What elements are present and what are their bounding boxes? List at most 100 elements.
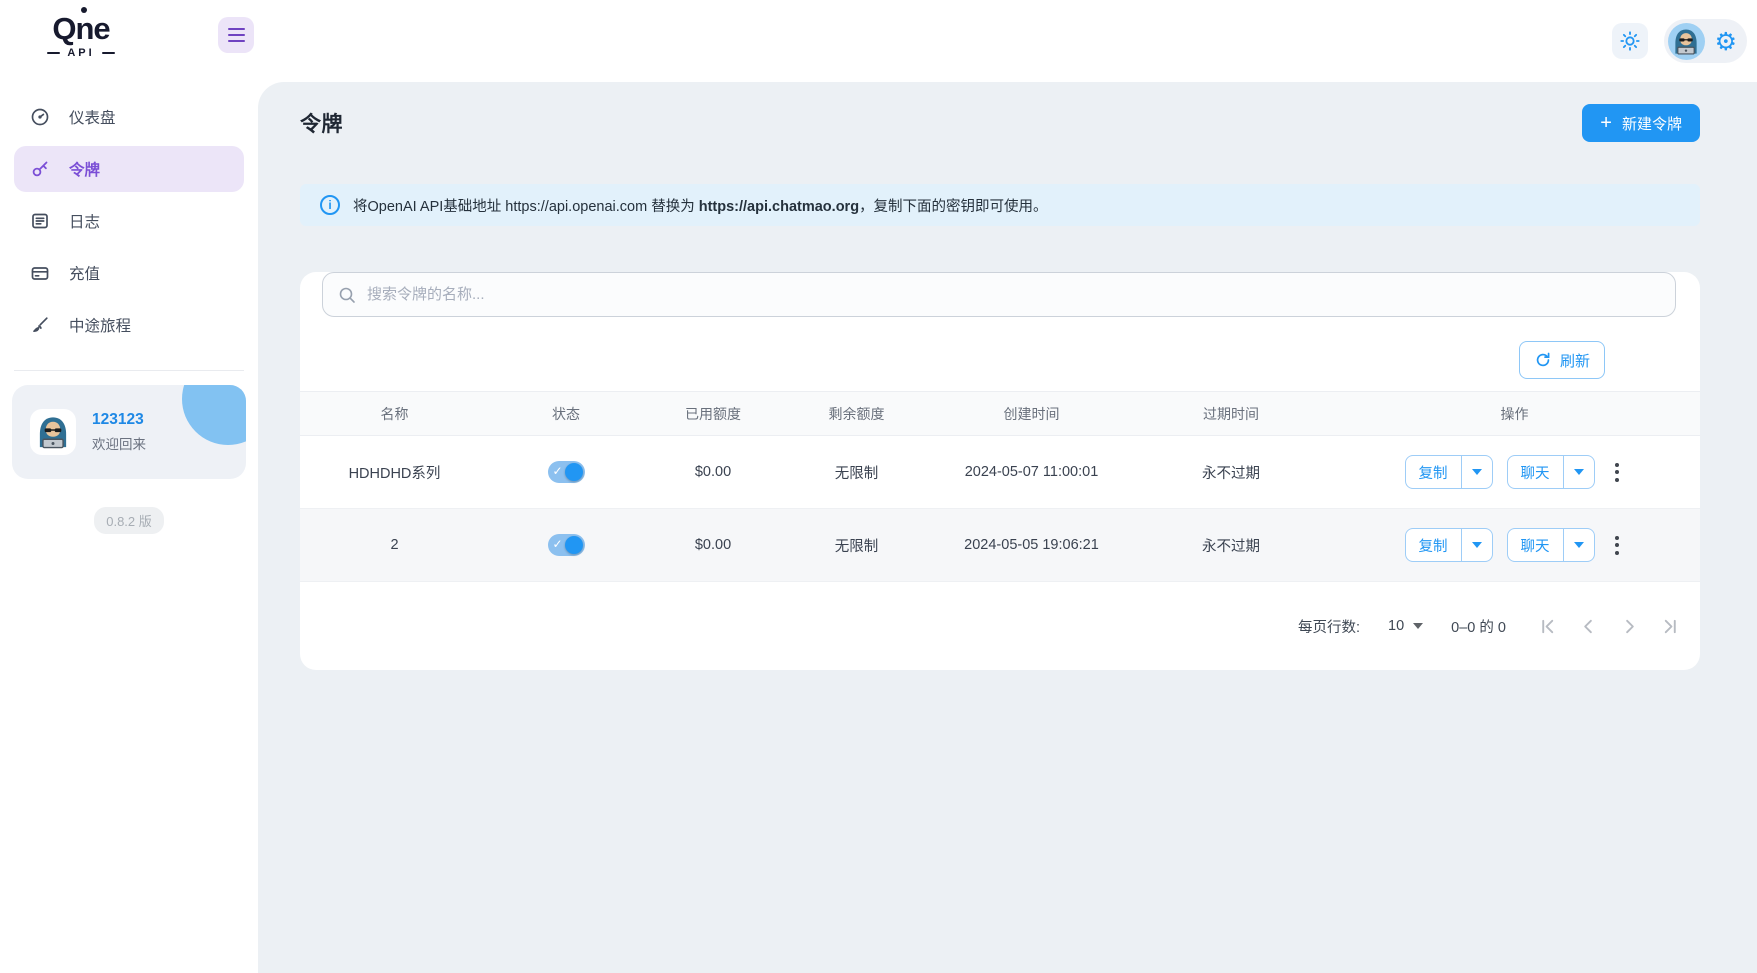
sidebar-item-topup[interactable]: 充值: [14, 250, 244, 296]
sidebar-divider: [14, 370, 244, 371]
first-page-button[interactable]: [1538, 617, 1557, 636]
avatar[interactable]: [1667, 22, 1705, 60]
sidebar: 仪表盘 令牌 日志 充值 中途旅程 123123 欢迎回来 0.8.2 版: [0, 82, 258, 973]
chat-button[interactable]: 聊天: [1508, 529, 1563, 561]
settings-gear-icon[interactable]: ⚙: [1715, 29, 1737, 54]
user-greeting: 欢迎回来: [92, 437, 146, 452]
used-quota: $0.00: [694, 537, 732, 553]
remaining-quota: 无限制: [834, 538, 879, 555]
chevron-left-icon: [1584, 619, 1592, 633]
sidebar-item-logs[interactable]: 日志: [14, 198, 244, 244]
chevron-down-icon: [1471, 542, 1482, 548]
header-expire-time: 过期时间: [1203, 405, 1259, 422]
copy-button[interactable]: 复制: [1406, 456, 1461, 488]
status-toggle[interactable]: ✓: [547, 534, 585, 556]
copy-dropdown-button[interactable]: [1460, 456, 1492, 488]
log-list-icon: [32, 213, 48, 229]
logo-dash-right: [101, 51, 115, 55]
created-time: 2024-05-05 19:06:21: [964, 537, 1099, 553]
user-card[interactable]: 123123 欢迎回来: [12, 385, 246, 479]
pagination-range: 0–0 的 0: [1451, 619, 1506, 636]
created-time: 2024-05-07 11:00:01: [964, 464, 1099, 480]
refresh-label: 刷新: [1559, 352, 1590, 370]
logo-wordmark: Qne: [52, 11, 110, 46]
check-icon: ✓: [552, 537, 563, 551]
rows-per-page-select[interactable]: 10: [1388, 618, 1424, 634]
app-logo: Qne API: [26, 11, 136, 60]
token-name: 2: [390, 537, 399, 553]
topbar-actions: ⚙: [1611, 0, 1747, 82]
rows-per-page-value: 10: [1388, 618, 1405, 634]
pagination: 每页行数: 10 0–0 的 0: [300, 582, 1700, 670]
username: 123123: [92, 411, 144, 428]
sidebar-item-label: 中途旅程: [69, 318, 132, 335]
sidebar-item-label: 仪表盘: [69, 110, 116, 127]
last-page-button[interactable]: [1661, 617, 1680, 636]
chat-button[interactable]: 聊天: [1508, 456, 1563, 488]
refresh-button[interactable]: 刷新: [1518, 341, 1605, 379]
header-used-quota: 已用额度: [685, 405, 741, 422]
tokens-card: 刷新 名称 状态 已用额度 剩余额度 创建时间 过期时间 操作 HDHDHD系列…: [300, 272, 1700, 670]
decorative-bubble: [182, 385, 246, 445]
new-token-label: 新建令牌: [1621, 115, 1682, 133]
sun-icon: [1619, 31, 1640, 51]
notice-highlight: https://api.chatmao.org: [698, 198, 860, 215]
sidebar-item-dashboard[interactable]: 仪表盘: [14, 94, 244, 140]
api-base-notice: i 将OpenAI API基础地址 https://api.openai.com…: [300, 184, 1700, 226]
version-badge: 0.8.2 版: [94, 507, 164, 534]
used-quota: $0.00: [694, 464, 732, 480]
more-actions-button[interactable]: [1609, 530, 1625, 561]
chat-dropdown-button[interactable]: [1562, 456, 1594, 488]
plus-icon: +: [1600, 112, 1612, 134]
user-menu[interactable]: ⚙: [1663, 19, 1747, 63]
avatar: [30, 409, 76, 455]
header-name: 名称: [380, 405, 409, 422]
table-row: HDHDHD系列 ✓ $0.00 无限制 2024-05-07 11:00:01…: [300, 436, 1700, 509]
info-icon: i: [320, 195, 340, 215]
expire-time: 永不过期: [1202, 465, 1260, 482]
more-actions-button[interactable]: [1609, 457, 1625, 488]
last-page-icon: [1664, 619, 1676, 633]
sidebar-item-label: 充值: [69, 266, 101, 283]
chat-dropdown-button[interactable]: [1562, 529, 1594, 561]
header-status: 状态: [552, 405, 580, 422]
status-toggle[interactable]: ✓: [547, 461, 585, 483]
notice-prefix: 将OpenAI API基础地址 https://api.openai.com 替…: [353, 198, 699, 215]
sidebar-toggle-button[interactable]: [218, 17, 254, 53]
remaining-quota: 无限制: [834, 465, 879, 482]
prev-page-button[interactable]: [1579, 617, 1598, 636]
credit-card-icon: [31, 267, 49, 280]
refresh-icon: [1536, 352, 1550, 367]
logo-dash-left: [47, 51, 61, 55]
token-name: HDHDHD系列: [348, 465, 441, 482]
first-page-icon: [1542, 619, 1554, 633]
next-page-button[interactable]: [1620, 617, 1639, 636]
hamburger-icon: [227, 27, 245, 43]
tokens-table: 名称 状态 已用额度 剩余额度 创建时间 过期时间 操作 HDHDHD系列 ✓ …: [300, 391, 1700, 582]
theme-toggle-button[interactable]: [1611, 23, 1648, 59]
header-actions: 操作: [1500, 405, 1529, 422]
sidebar-item-label: 令牌: [69, 162, 101, 179]
page-title: 令牌: [300, 113, 343, 136]
new-token-button[interactable]: + 新建令牌: [1582, 104, 1700, 142]
sidebar-nav: 仪表盘 令牌 日志 充值 中途旅程: [0, 94, 258, 348]
logo-subtitle: API: [67, 47, 95, 60]
sidebar-item-tokens[interactable]: 令牌: [14, 146, 244, 192]
search-input[interactable]: [322, 272, 1676, 317]
table-header-row: 名称 状态 已用额度 剩余额度 创建时间 过期时间 操作: [300, 391, 1700, 436]
sidebar-item-midjourney[interactable]: 中途旅程: [14, 302, 244, 348]
key-icon: [32, 161, 48, 177]
main-content: 令牌 + 新建令牌 i 将OpenAI API基础地址 https://api.…: [258, 82, 1757, 973]
copy-dropdown-button[interactable]: [1460, 529, 1492, 561]
chevron-down-icon: [1573, 542, 1584, 548]
check-icon: ✓: [552, 464, 563, 478]
expire-time: 永不过期: [1202, 538, 1260, 555]
header-created-time: 创建时间: [1003, 405, 1060, 422]
sidebar-item-label: 日志: [69, 214, 101, 231]
copy-button[interactable]: 复制: [1406, 529, 1461, 561]
chevron-down-icon: [1413, 623, 1424, 629]
paintbrush-icon: [33, 317, 48, 333]
hacker-avatar-icon: [39, 417, 67, 449]
rows-per-page-label: 每页行数:: [1298, 619, 1361, 636]
gauge-icon: [31, 108, 49, 126]
